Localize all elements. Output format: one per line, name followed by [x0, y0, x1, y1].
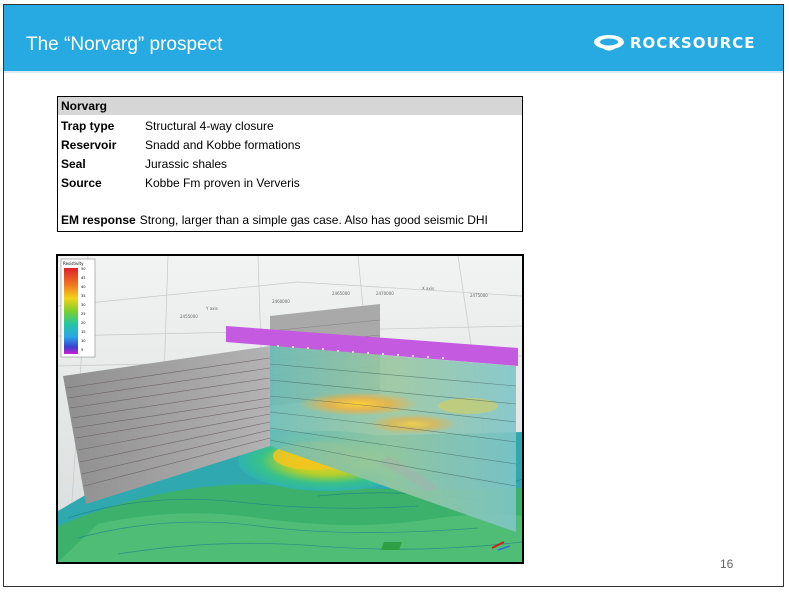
- svg-text:2465000: 2465000: [332, 291, 350, 296]
- svg-text:2455000: 2455000: [180, 314, 198, 319]
- row-value: Jurassic shales: [145, 157, 228, 171]
- table-row-reservoir: Reservoir Snadd and Kobbe formations: [61, 137, 300, 153]
- legend-tick: 10: [81, 339, 86, 343]
- legend-tick: 50: [81, 267, 86, 271]
- seismic-em-3d-figure: Y axis 2455000 2460000 2465000 2470000 X ax…: [56, 254, 524, 564]
- resistivity-legend: Resistivity 50 45 40 35 30 25 20 15 10 5: [60, 258, 96, 358]
- legend-tick: 30: [81, 303, 86, 307]
- legend-tick: 25: [81, 312, 86, 316]
- svg-text:Y axis: Y axis: [205, 306, 218, 311]
- row-label: Source: [61, 176, 102, 190]
- row-value: Snadd and Kobbe formations: [145, 138, 301, 152]
- row-label: Reservoir: [61, 138, 117, 152]
- page-number: 16: [720, 557, 734, 571]
- legend-tick: 45: [81, 276, 86, 280]
- row-value: Strong, larger than a simple gas case. A…: [139, 213, 488, 227]
- table-row-trap-type: Trap type Structural 4-way closure: [61, 118, 274, 134]
- svg-text:2475000: 2475000: [470, 293, 488, 298]
- svg-text:2470000: 2470000: [376, 291, 394, 296]
- brand-name: ROCKSOURCE: [630, 34, 756, 52]
- legend-tick: 35: [81, 294, 86, 298]
- legend-tick: 20: [81, 321, 86, 325]
- row-value: Kobbe Fm proven in Ververis: [145, 176, 300, 190]
- slide-header: The “Norvarg” prospect ROCKSOURCE: [4, 5, 783, 71]
- table-row-em-response: EM response Strong, larger than a simple …: [61, 212, 488, 228]
- table-row-seal: Seal Jurassic shales: [61, 156, 227, 172]
- prospect-info-table: Norvarg Trap type Structural 4-way closur…: [57, 96, 523, 232]
- svg-text:2460000: 2460000: [272, 299, 290, 304]
- seismic-3d-render: Y axis 2455000 2460000 2465000 2470000 X ax…: [58, 256, 522, 562]
- brand-logo: ROCKSOURCE: [592, 33, 755, 53]
- table-heading: Norvarg: [58, 97, 522, 115]
- table-row-source: Source Kobbe Fm proven in Ververis: [61, 175, 300, 191]
- slide-title: The “Norvarg” prospect: [26, 34, 223, 55]
- svg-text:X axis: X axis: [422, 286, 434, 291]
- legend-title: Resistivity: [63, 261, 84, 266]
- header-divider: [4, 71, 783, 73]
- row-value: Structural 4-way closure: [145, 119, 274, 133]
- legend-tick: 5: [81, 348, 83, 352]
- row-label: Seal: [61, 157, 86, 171]
- legend-tick: 15: [81, 330, 86, 334]
- row-label: EM response: [61, 213, 136, 227]
- rocksource-logo-icon: [594, 35, 624, 51]
- row-label: Trap type: [61, 119, 115, 133]
- legend-tick: 40: [81, 285, 86, 289]
